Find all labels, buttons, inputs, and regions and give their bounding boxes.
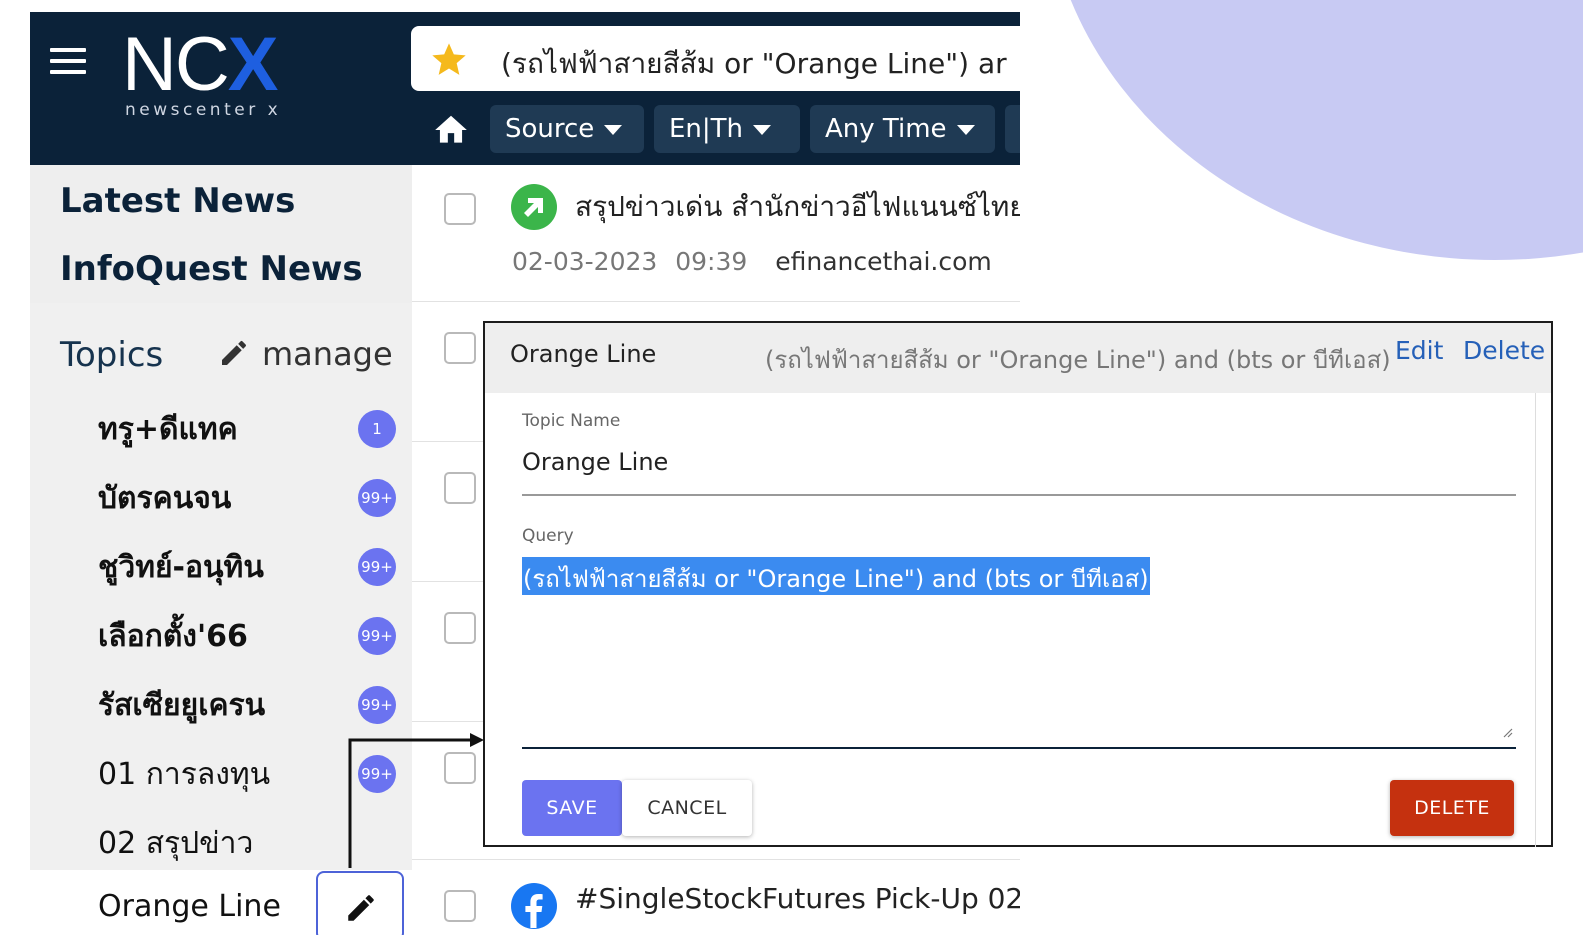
hamburger-icon[interactable] bbox=[50, 48, 86, 74]
edit-link[interactable]: Edit bbox=[1395, 336, 1443, 365]
resize-handle-icon[interactable] bbox=[1501, 726, 1513, 738]
news-title[interactable]: สรุปข่าวเด่น สำนักข่าวอีไฟแนนซ์ไทย bbox=[575, 185, 1020, 229]
row-checkbox[interactable] bbox=[444, 890, 476, 922]
chevron-down-icon bbox=[956, 124, 975, 135]
chevron-down-icon bbox=[604, 124, 623, 135]
topic-name: เลือกตั้ง'66 bbox=[98, 619, 248, 654]
pencil-icon bbox=[222, 340, 246, 365]
efinance-logo-icon bbox=[511, 184, 557, 230]
news-title[interactable]: #SingleStockFutures Pick-Up 02 bbox=[575, 882, 1020, 915]
decorative-blob bbox=[1045, 0, 1583, 260]
topic-name: ชูวิทย์-อนุทิน bbox=[98, 550, 264, 585]
dialog-header: Orange Line (รถไฟฟ้าสายสีส้ม or "Orange … bbox=[485, 323, 1551, 393]
time-filter[interactable]: Any Time bbox=[810, 105, 995, 153]
topic-count-badge: 99+ bbox=[358, 686, 396, 724]
topic-item[interactable]: 01 การลงทุน 99+ bbox=[98, 747, 398, 797]
nav-latest-news[interactable]: Latest News bbox=[60, 181, 295, 221]
row-checkbox[interactable] bbox=[444, 332, 476, 364]
nav-infoquest-news[interactable]: InfoQuest News bbox=[60, 249, 363, 289]
save-button[interactable]: SAVE bbox=[522, 780, 622, 836]
topic-name-underline bbox=[522, 494, 1516, 496]
logo-subtitle: newscenter x bbox=[125, 100, 282, 120]
sidebar: Latest News InfoQuest News Topics manage… bbox=[30, 165, 412, 935]
language-filter-label: En|Th bbox=[669, 114, 744, 144]
topic-name: บัตรคนจน bbox=[98, 481, 232, 516]
search-query: (รถไฟฟ้าสายสีส้ม or "Orange Line") ar bbox=[501, 47, 1007, 80]
topics-heading: Topics bbox=[60, 335, 164, 375]
topic-name-input[interactable]: Orange Line bbox=[522, 448, 668, 476]
topic-item[interactable]: ทรู+ดีแทค 1 bbox=[98, 402, 398, 452]
topic-count-badge: 99+ bbox=[358, 755, 396, 793]
star-icon[interactable] bbox=[429, 40, 469, 80]
news-time: 09:39 bbox=[675, 247, 748, 276]
news-source[interactable]: efinancethai.com bbox=[775, 247, 992, 276]
dialog-topic-query: (รถไฟฟ้าสายสีส้ม or "Orange Line") and (… bbox=[765, 346, 1391, 374]
topic-name: 01 การลงทุน bbox=[98, 757, 271, 792]
topic-item[interactable]: 02 สรุปข่าว bbox=[98, 816, 398, 866]
search-bar[interactable]: (รถไฟฟ้าสายสีส้ม or "Orange Line") ar bbox=[411, 26, 1020, 91]
topic-count-badge: 99+ bbox=[358, 617, 396, 655]
topic-name-label: Topic Name bbox=[522, 411, 621, 431]
topic-item[interactable]: รัสเซียยูเครน 99+ bbox=[98, 678, 398, 728]
language-filter[interactable]: En|Th bbox=[654, 105, 800, 153]
dialog-scrollbar[interactable] bbox=[1535, 393, 1551, 847]
screenshot-stage: NCX newscenter x (รถไฟฟ้าสายสีส้ม or "Or… bbox=[0, 0, 1583, 935]
top-bar: NCX newscenter x (รถไฟฟ้าสายสีส้ม or "Or… bbox=[30, 12, 1020, 165]
topic-count-badge: 99+ bbox=[358, 479, 396, 517]
query-textarea[interactable]: (รถไฟฟ้าสายสีส้ม or "Orange Line") and (… bbox=[522, 557, 1150, 595]
edit-topic-button[interactable] bbox=[316, 871, 404, 935]
news-date: 02-03-2023 bbox=[512, 247, 658, 276]
cancel-button[interactable]: CANCEL bbox=[622, 780, 752, 836]
logo[interactable]: NCX bbox=[122, 20, 279, 110]
delete-link[interactable]: Delete bbox=[1463, 336, 1545, 365]
source-filter-label: Source bbox=[505, 114, 595, 144]
news-meta: 02-03-2023 09:39 efinancethai.com แส bbox=[512, 245, 1020, 280]
topic-name: 02 สรุปข่าว bbox=[98, 826, 254, 861]
news-row[interactable]: #SingleStockFutures Pick-Up 02 bbox=[412, 860, 1020, 935]
row-checkbox[interactable] bbox=[444, 752, 476, 784]
facebook-icon bbox=[511, 883, 557, 929]
topic-count-badge: 1 bbox=[358, 410, 396, 448]
manage-label: manage bbox=[262, 335, 393, 373]
dialog-topic-name: Orange Line bbox=[510, 340, 657, 368]
logo-main: NC bbox=[122, 22, 230, 107]
edit-topic-dialog: Orange Line (รถไฟฟ้าสายสีส้ม or "Orange … bbox=[483, 321, 1553, 847]
source-filter[interactable]: Source bbox=[490, 105, 644, 153]
topic-name: รัสเซียยูเครน bbox=[98, 688, 266, 723]
pencil-icon bbox=[348, 895, 374, 921]
chevron-down-icon bbox=[753, 124, 772, 135]
delete-button[interactable]: DELETE bbox=[1390, 780, 1514, 836]
query-underline bbox=[522, 747, 1516, 749]
topic-name: ทรู+ดีแทค bbox=[98, 412, 238, 447]
manage-topics-button[interactable]: manage bbox=[218, 335, 393, 373]
home-icon[interactable] bbox=[431, 111, 471, 149]
row-checkbox[interactable] bbox=[444, 472, 476, 504]
row-checkbox[interactable] bbox=[444, 193, 476, 225]
topic-item[interactable]: ชูวิทย์-อนุทิน 99+ bbox=[98, 540, 398, 590]
topic-count-badge: 99+ bbox=[358, 548, 396, 586]
logo-accent: X bbox=[227, 22, 279, 107]
news-row[interactable]: สรุปข่าวเด่น สำนักข่าวอีไฟแนนซ์ไทย 02-03… bbox=[412, 165, 1020, 302]
topic-name: Orange Line bbox=[98, 889, 281, 924]
topic-item[interactable]: บัตรคนจน 99+ bbox=[98, 471, 398, 521]
more-filter[interactable] bbox=[1005, 105, 1020, 153]
topic-item[interactable]: เลือกตั้ง'66 99+ bbox=[98, 609, 398, 659]
query-label: Query bbox=[522, 526, 574, 546]
row-checkbox[interactable] bbox=[444, 612, 476, 644]
time-filter-label: Any Time bbox=[825, 114, 947, 144]
